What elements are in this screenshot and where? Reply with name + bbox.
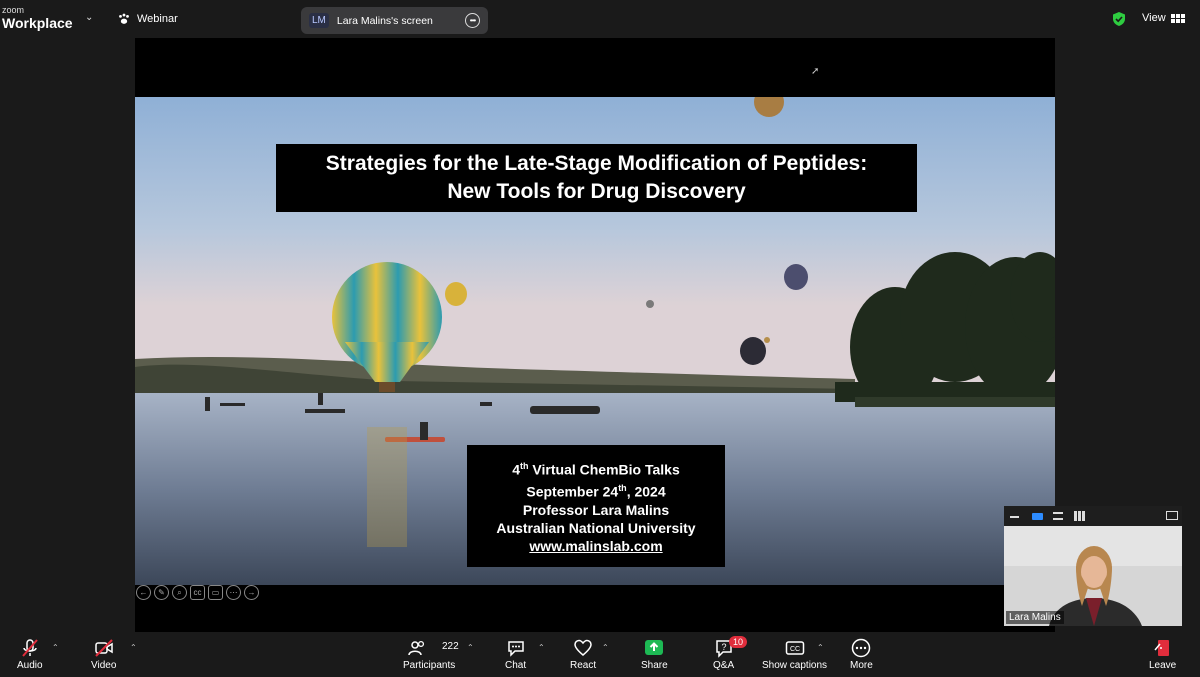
leave-button[interactable]: Leave (1149, 638, 1176, 672)
info-line-speaker: Professor Lara Malins (522, 501, 670, 518)
captions-label: Show captions (762, 660, 828, 671)
minimize-icon[interactable] (1010, 516, 1019, 518)
view-button[interactable]: View (1142, 12, 1185, 24)
screen-share-pill[interactable]: LM Lara Malins's screen ••• (301, 7, 488, 34)
captions-icon: CC (785, 641, 804, 655)
zoom-icon[interactable]: ⌕ (172, 585, 187, 600)
more-options-icon[interactable]: ••• (465, 13, 480, 28)
info-line-date: September 24th, 2024 (526, 483, 666, 500)
react-label: React (570, 660, 597, 671)
qa-label: Q&A (713, 660, 735, 671)
presentation-slide: Strategies for the Late-Stage Modificati… (135, 97, 1055, 585)
leave-label: Leave (1149, 660, 1177, 671)
zoom-workplace-logo[interactable]: zoom Workplace (2, 5, 73, 31)
brand-zoom: zoom (2, 5, 25, 15)
view-label: View (1142, 12, 1166, 24)
strip-view-icon[interactable] (1053, 512, 1063, 520)
slideshow-controls: ← ✎ ⌕ cc ▭ ⋯ → (136, 585, 259, 600)
participants-icon (408, 640, 425, 656)
video-camera-off-icon (94, 639, 113, 657)
react-options-caret-icon[interactable]: ⌃ (602, 643, 609, 652)
participants-label: Participants (403, 660, 456, 671)
more-icon (852, 638, 871, 658)
participants-options-caret-icon[interactable]: ⌃ (467, 643, 474, 652)
gallery-view-icon[interactable] (1074, 511, 1085, 521)
info-line-event: 4th Virtual ChemBio Talks (512, 461, 680, 478)
more-label: More (850, 660, 873, 671)
pop-out-icon[interactable] (1166, 511, 1178, 520)
chat-options-caret-icon[interactable]: ⌃ (538, 643, 545, 652)
share-button[interactable]: Share (641, 638, 668, 672)
leave-door-icon (1154, 640, 1169, 656)
more-button[interactable]: More (850, 638, 873, 672)
thumbnail-controls (1004, 506, 1182, 526)
brand-workplace: Workplace (2, 15, 73, 31)
info-line-affiliation: Australian National University (496, 519, 696, 536)
pen-icon[interactable]: ✎ (154, 585, 169, 600)
captions-options-caret-icon[interactable]: ⌃ (817, 643, 824, 652)
more-slide-options-icon[interactable]: ⋯ (226, 585, 241, 600)
video-button[interactable]: Video (91, 638, 116, 672)
shield-check-icon[interactable] (1111, 11, 1127, 27)
microphone-muted-icon (22, 639, 38, 657)
next-slide-icon[interactable]: → (244, 585, 259, 600)
top-bar: zoom Workplace ⌄ Webinar LM Lara Malins'… (0, 0, 1200, 38)
subtitles-icon[interactable]: cc (190, 585, 205, 600)
participants-count: 222 (442, 641, 459, 652)
screen-share-label: Lara Malins's screen (336, 14, 433, 27)
info-line-url[interactable]: www.malinslab.com (529, 537, 662, 555)
svg-text:CC: CC (789, 646, 799, 653)
react-button[interactable]: React (570, 638, 596, 672)
share-label: Share (641, 660, 668, 671)
video-options-caret-icon[interactable]: ⌃ (130, 643, 137, 652)
presenter-initials: LM (309, 13, 329, 28)
chevron-down-icon[interactable]: ⌄ (85, 12, 93, 23)
audio-options-caret-icon[interactable]: ⌃ (52, 643, 59, 652)
chat-label: Chat (505, 660, 527, 671)
shared-screen: ➚ Strategies for the Late-Stage Modifica… (135, 38, 1055, 632)
audio-label: Audio (17, 660, 43, 671)
slide-title-line2: New Tools for Drug Discovery (447, 180, 746, 203)
paw-icon (119, 13, 129, 24)
audio-button[interactable]: Audio (17, 638, 43, 672)
webinar-label: Webinar (137, 13, 178, 25)
chat-button[interactable]: Chat (505, 638, 526, 672)
participant-video-thumbnail[interactable]: Lara Malins (1004, 526, 1182, 626)
qa-unread-badge: 10 (729, 636, 748, 648)
webinar-indicator[interactable]: Webinar (117, 12, 178, 26)
slide-info-box: 4th Virtual ChemBio Talks September 24th… (467, 445, 725, 567)
svg-text:?: ? (721, 642, 726, 652)
chat-icon (507, 641, 524, 657)
participant-name: Lara Malins (1006, 611, 1064, 624)
heart-icon (574, 639, 592, 656)
mouse-cursor-icon: ➚ (811, 66, 820, 77)
video-label: Video (91, 660, 117, 671)
slide-title-box: Strategies for the Late-Stage Modificati… (276, 144, 917, 212)
share-screen-icon (645, 640, 664, 655)
previous-slide-icon[interactable]: ← (136, 585, 151, 600)
speaker-view-icon[interactable] (1032, 513, 1043, 520)
grid-icon (1170, 13, 1185, 23)
slide-title-line1: Strategies for the Late-Stage Modificati… (325, 152, 868, 175)
meeting-toolbar: Audio ⌃ Video ⌃ Participants 222 ⌃ Chat … (0, 632, 1200, 677)
camera-icon[interactable]: ▭ (208, 585, 223, 600)
